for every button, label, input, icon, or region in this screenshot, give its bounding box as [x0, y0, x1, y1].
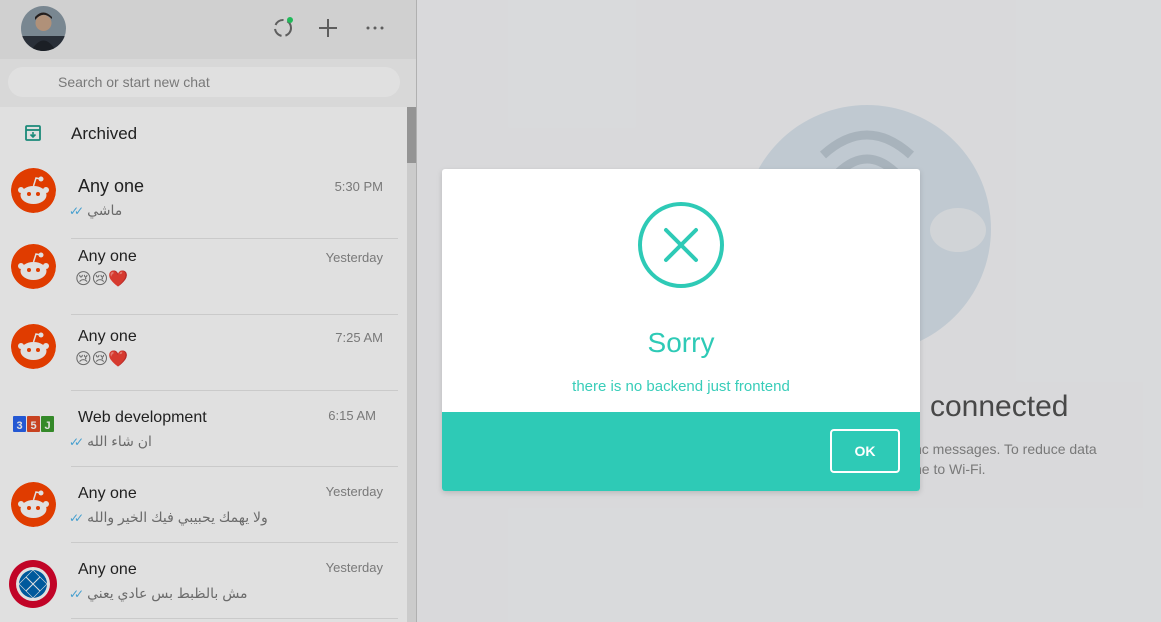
x-circle-icon — [638, 202, 724, 288]
ok-button[interactable]: OK — [830, 429, 900, 473]
dialog-message: there is no backend just frontend — [572, 378, 790, 395]
dialog-footer: OK — [442, 412, 920, 491]
dialog-title: Sorry — [647, 327, 715, 358]
error-dialog: Sorry there is no backend just frontend … — [442, 169, 920, 491]
